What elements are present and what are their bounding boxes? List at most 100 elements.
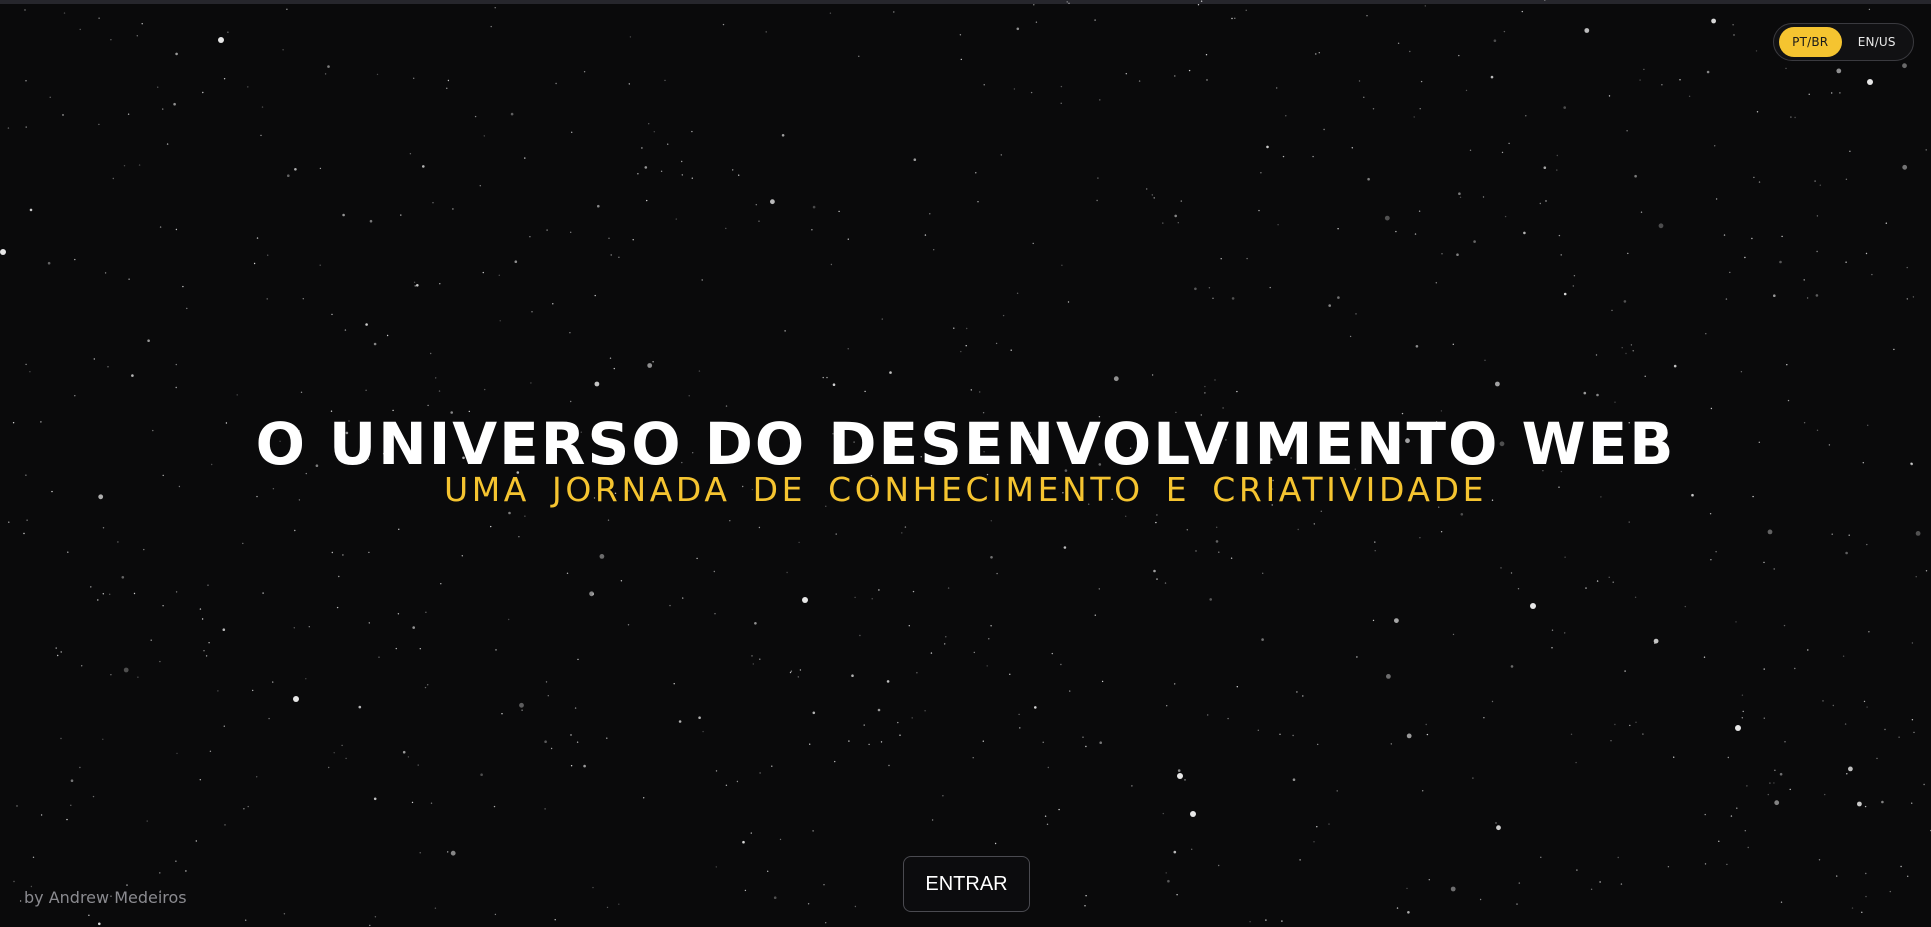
star: [1789, 788, 1791, 791]
star: [1684, 605, 1687, 608]
star: [1249, 921, 1251, 923]
star: [1018, 713, 1020, 716]
star: [594, 381, 600, 387]
star: [1394, 618, 1399, 623]
star: [1831, 92, 1833, 94]
star: [70, 804, 72, 806]
star: [1151, 194, 1154, 196]
star: [1296, 691, 1298, 693]
star: [1741, 694, 1744, 696]
star: [1222, 407, 1224, 409]
star: [1845, 261, 1847, 263]
star: [912, 590, 915, 593]
star: [98, 922, 101, 926]
star: [1396, 907, 1399, 909]
star: [1212, 297, 1214, 299]
star: [272, 681, 274, 683]
star: [1786, 364, 1788, 366]
star: [618, 256, 620, 258]
star: [1614, 401, 1616, 403]
star: [123, 667, 129, 673]
star: [877, 708, 881, 712]
star: [147, 339, 150, 343]
star: [1744, 830, 1747, 832]
star: [576, 741, 579, 743]
star: [1317, 743, 1319, 746]
star: [858, 55, 860, 57]
star: [242, 542, 244, 545]
star: [847, 238, 849, 240]
star: [1876, 757, 1878, 760]
star: [979, 391, 981, 393]
star: [252, 689, 254, 692]
star: [60, 651, 62, 653]
star: [1473, 240, 1476, 243]
star: [1763, 561, 1765, 564]
star: [826, 376, 828, 379]
star: [1625, 352, 1627, 355]
star: [1374, 550, 1376, 552]
star: [1336, 790, 1338, 792]
star: [1372, 619, 1375, 622]
language-option-en-us[interactable]: EN/US: [1846, 27, 1909, 57]
star: [435, 377, 437, 379]
star: [606, 906, 609, 909]
star: [138, 164, 141, 166]
star: [574, 707, 577, 709]
star: [1774, 769, 1776, 771]
star: [1556, 154, 1559, 157]
star: [430, 352, 432, 355]
star: [759, 658, 761, 660]
enter-button[interactable]: ENTRAR: [903, 856, 1030, 912]
star: [960, 58, 962, 61]
star: [583, 71, 586, 73]
star: [483, 135, 485, 137]
star: [851, 674, 854, 677]
star: [702, 730, 704, 733]
star: [811, 229, 813, 231]
star: [102, 527, 105, 529]
star: [725, 227, 727, 230]
star: [1460, 513, 1464, 516]
star: [93, 358, 96, 360]
star: [1042, 741, 1044, 743]
star: [924, 710, 926, 712]
star: [889, 371, 892, 374]
star: [789, 671, 792, 674]
star: [911, 717, 913, 719]
star: [1153, 197, 1155, 199]
star: [1096, 199, 1098, 202]
star: [1818, 859, 1821, 861]
star: [1214, 379, 1216, 381]
star: [1688, 95, 1691, 98]
star: [1658, 223, 1664, 229]
star: [1621, 347, 1623, 349]
star: [243, 808, 245, 810]
star: [1484, 359, 1486, 361]
star: [23, 532, 25, 535]
language-toggle[interactable]: PT/BR EN/US: [1773, 23, 1914, 61]
star: [1679, 79, 1681, 81]
star: [823, 884, 825, 886]
star: [825, 922, 827, 924]
star: [1635, 721, 1637, 723]
star: [175, 52, 178, 56]
star: [98, 17, 100, 19]
star: [736, 780, 739, 783]
star: [373, 797, 377, 801]
star: [759, 772, 761, 774]
star: [1395, 230, 1397, 233]
star: [713, 570, 715, 573]
star: [1035, 21, 1038, 23]
star: [1517, 588, 1520, 590]
language-option-pt-br[interactable]: PT/BR: [1779, 27, 1842, 57]
star: [1297, 528, 1299, 531]
star: [1634, 596, 1637, 598]
star: [440, 583, 442, 585]
star: [1194, 287, 1197, 291]
star: [1016, 292, 1019, 294]
star: [386, 334, 389, 337]
star: [592, 886, 594, 889]
star: [1814, 180, 1816, 182]
star: [613, 367, 615, 370]
